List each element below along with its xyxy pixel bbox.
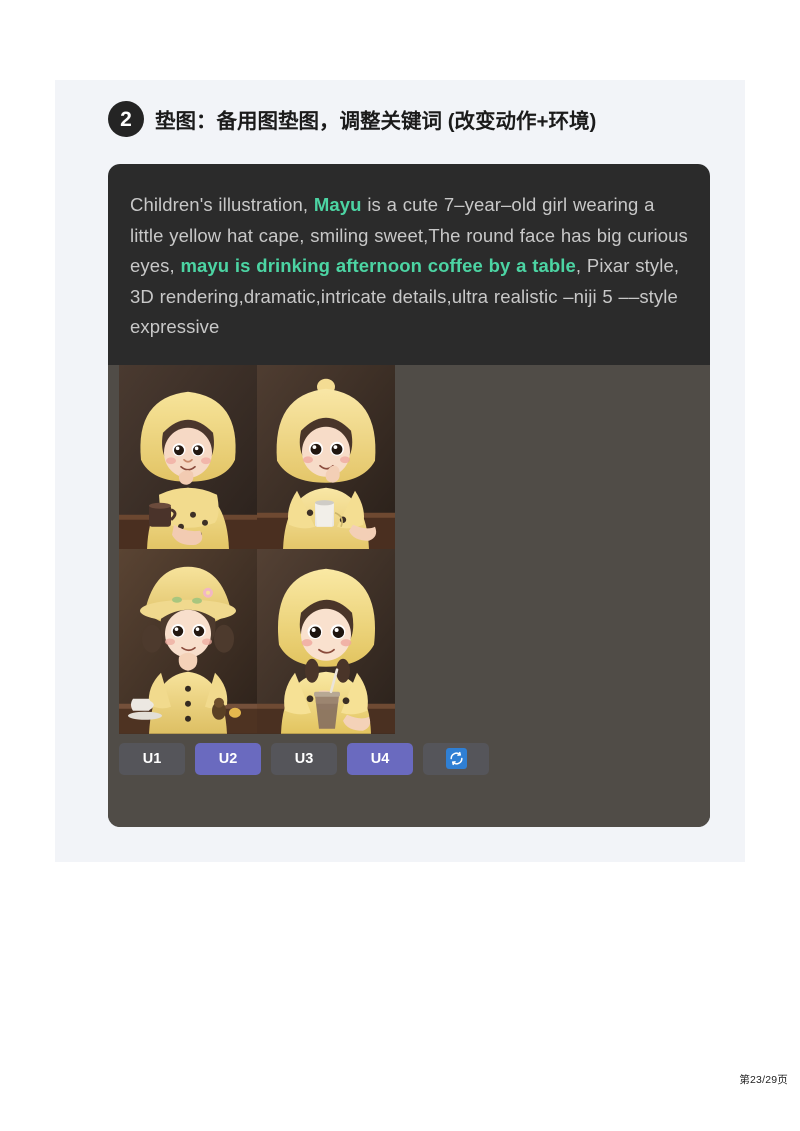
refresh-icon	[445, 748, 467, 769]
result-image-1[interactable]	[119, 364, 257, 549]
prompt-keyword-highlight: Mayu	[313, 194, 362, 215]
page-root: 2 垫图：备用图垫图，调整关键词 (改变动作+环境) Children's il…	[0, 0, 800, 1131]
prompt-text: Children's illustration, Mayu is a cute …	[108, 164, 710, 365]
result-image-grid	[119, 364, 395, 734]
step-heading: 2 垫图：备用图垫图，调整关键词 (改变动作+环境)	[108, 101, 728, 137]
u2-button[interactable]: U2	[195, 742, 261, 775]
result-image-3[interactable]	[119, 549, 257, 734]
midjourney-result-card: Children's illustration, Mayu is a cute …	[108, 164, 710, 827]
step-number-badge: 2	[108, 101, 144, 137]
prompt-keyword-highlight: mayu is drinking afternoon coffee by a t…	[180, 255, 576, 276]
slide-panel: 2 垫图：备用图垫图，调整关键词 (改变动作+环境) Children's il…	[55, 80, 745, 862]
prompt-segment: Children's illustration,	[130, 194, 314, 215]
u3-button[interactable]: U3	[271, 742, 337, 775]
page-number-footer: 第23/29页	[739, 1074, 788, 1086]
results-area: U1 U2 U3 U4	[108, 364, 710, 827]
u4-button[interactable]: U4	[347, 742, 413, 775]
reroll-button[interactable]	[423, 742, 489, 775]
page-title: 垫图：备用图垫图，调整关键词 (改变动作+环境)	[155, 110, 597, 133]
result-image-4[interactable]	[257, 549, 395, 734]
upscale-button-bar: U1 U2 U3 U4	[119, 742, 489, 775]
u1-button[interactable]: U1	[119, 742, 185, 775]
result-image-2[interactable]	[257, 364, 395, 549]
